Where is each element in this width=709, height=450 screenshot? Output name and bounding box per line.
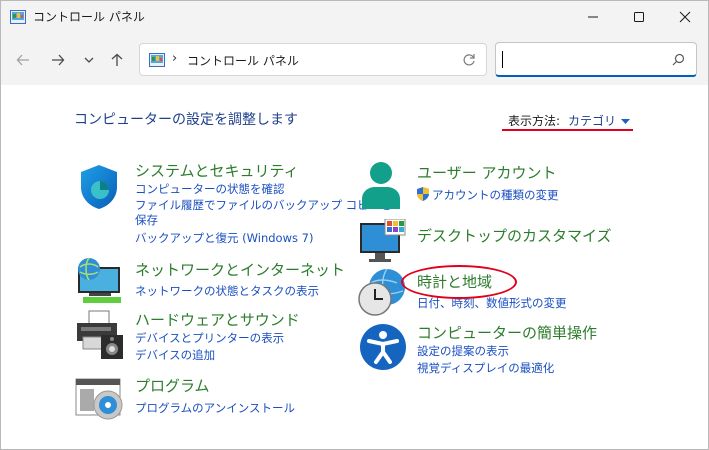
shield-icon <box>81 165 117 209</box>
programs-disc-icon <box>75 378 123 420</box>
printer-icon <box>77 310 123 359</box>
link-optimize-display[interactable]: 視覚ディスプレイの最適化 <box>417 360 554 376</box>
breadcrumb-control-panel[interactable]: コントロール パネル <box>187 52 299 69</box>
window-title: コントロール パネル <box>33 10 145 24</box>
back-button[interactable] <box>12 49 34 71</box>
link-check-status[interactable]: コンピューターの状態を確認 <box>135 181 285 197</box>
refresh-icon[interactable] <box>462 53 476 67</box>
content-area: コンピューターの設定を調整します 表示方法: カテゴリ システムとセキュリティ コ… <box>1 85 708 449</box>
accessibility-icon <box>360 324 406 370</box>
up-button[interactable] <box>106 49 128 71</box>
link-network-status[interactable]: ネットワークの状態とタスクの表示 <box>135 283 319 299</box>
search-icon[interactable] <box>672 53 685 66</box>
network-globe-icon <box>78 257 121 303</box>
close-icon <box>679 11 691 23</box>
user-account-icon <box>362 162 400 209</box>
category-title-hardware-sound[interactable]: ハードウェアとサウンド <box>135 309 300 330</box>
annotation-circle <box>401 265 517 299</box>
control-panel-icon <box>149 53 165 67</box>
link-suggested-settings[interactable]: 設定の提案の表示 <box>417 343 509 359</box>
monitor-icon <box>360 219 406 262</box>
link-file-history[interactable]: ファイル履歴でファイルのバックアップ コピーを <box>135 197 392 213</box>
view-by: 表示方法: カテゴリ <box>508 112 631 129</box>
category-title-programs[interactable]: プログラム <box>135 375 210 396</box>
arrow-right-icon <box>52 54 65 66</box>
view-by-dropdown[interactable]: カテゴリ <box>568 114 616 128</box>
page-title: コンピューターの設定を調整します <box>74 112 298 128</box>
category-title-user-accounts[interactable]: ユーザー アカウント <box>417 162 556 183</box>
navigation-bar: › コントロール パネル <box>1 33 708 85</box>
caret-down-icon[interactable] <box>621 118 631 125</box>
maximize-icon <box>634 12 644 22</box>
recent-locations-button[interactable] <box>78 49 100 71</box>
breadcrumb-separator[interactable]: › <box>172 51 177 66</box>
minimize-icon <box>588 16 598 18</box>
text-cursor <box>502 51 503 68</box>
view-by-label: 表示方法: <box>508 114 561 128</box>
link-change-account-type[interactable]: アカウントの種類の変更 <box>432 187 559 203</box>
link-add-device[interactable]: デバイスの追加 <box>135 347 215 363</box>
arrow-left-icon <box>16 54 29 66</box>
link-backup-restore[interactable]: バックアップと復元 (Windows 7) <box>135 230 313 246</box>
control-panel-window: コントロール パネル › コントロール パネル コンピューターの設定を調整します… <box>0 0 709 450</box>
category-title-ease-of-access[interactable]: コンピューターの簡単操作 <box>417 322 597 343</box>
arrow-up-icon <box>111 53 123 66</box>
category-title-system-security[interactable]: システムとセキュリティ <box>135 160 299 181</box>
title-bar[interactable]: コントロール パネル <box>1 1 708 33</box>
category-title-network-internet[interactable]: ネットワークとインターネット <box>135 259 345 280</box>
link-file-history-save[interactable]: 保存 <box>135 212 158 228</box>
uac-shield-icon <box>417 187 429 201</box>
close-button[interactable] <box>662 1 708 33</box>
address-bar[interactable]: › コントロール パネル <box>139 43 487 76</box>
category-title-desktop-customization[interactable]: デスクトップのカスタマイズ <box>417 225 612 246</box>
clock-globe-icon <box>358 268 405 316</box>
control-panel-icon <box>10 10 26 24</box>
maximize-button[interactable] <box>616 1 662 33</box>
search-box[interactable] <box>495 42 697 77</box>
annotation-underline <box>502 129 633 131</box>
minimize-button[interactable] <box>570 1 616 33</box>
forward-button[interactable] <box>47 49 69 71</box>
link-uninstall-program[interactable]: プログラムのアンインストール <box>135 400 295 416</box>
chevron-down-icon <box>84 57 94 63</box>
link-devices-printers[interactable]: デバイスとプリンターの表示 <box>135 330 284 346</box>
